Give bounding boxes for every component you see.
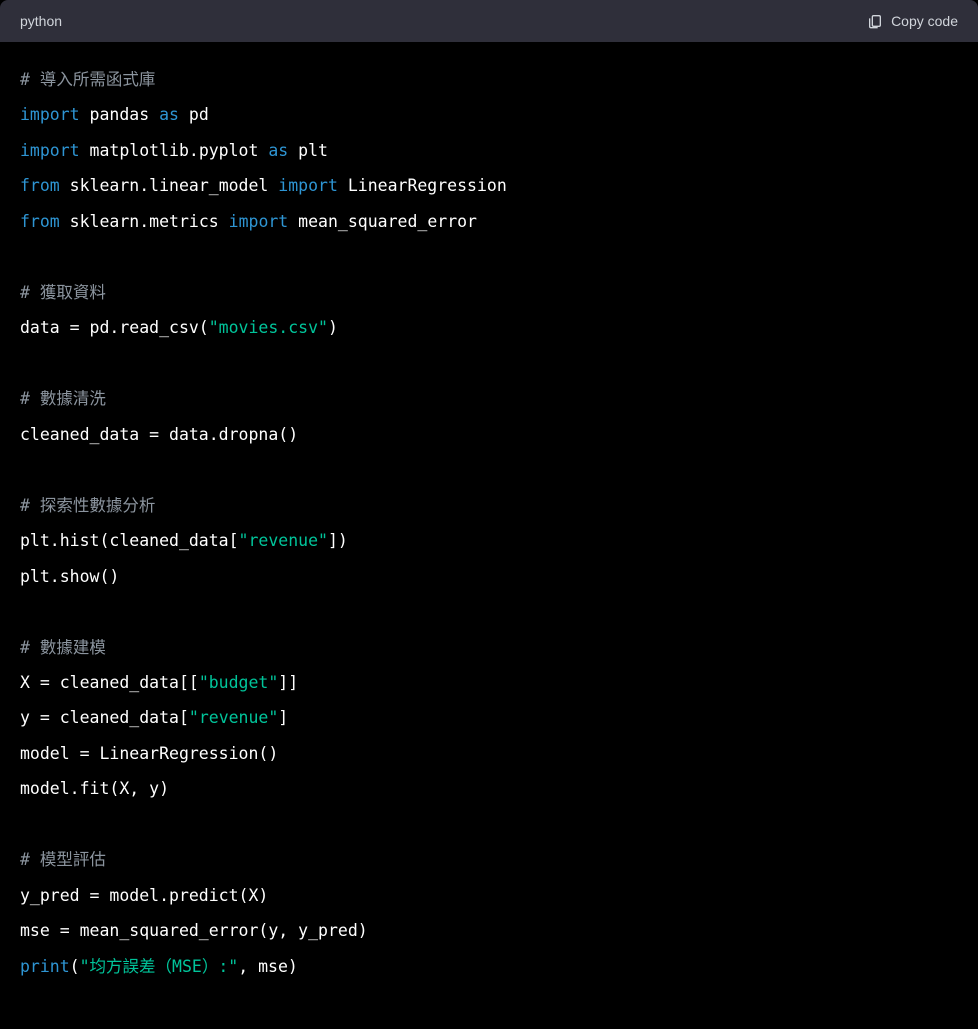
- code-token-default: pandas: [80, 105, 159, 124]
- code-line: print("均方誤差（MSE）:", mse): [20, 949, 958, 984]
- code-token-default: X = cleaned_data[[: [20, 673, 199, 692]
- code-token-comment: # 模型評估: [20, 850, 106, 869]
- code-line: # 數據建模: [20, 630, 958, 665]
- code-token-keyword: print: [20, 957, 70, 976]
- code-line: # 數據清洗: [20, 381, 958, 416]
- code-token-default: cleaned_data = data.dropna(): [20, 425, 298, 444]
- code-token-default: sklearn.metrics: [60, 212, 229, 231]
- code-line: # 導入所需函式庫: [20, 62, 958, 97]
- code-token-default: ): [328, 318, 338, 337]
- code-token-keyword: import: [229, 212, 289, 231]
- code-token-default: [20, 247, 30, 266]
- code-token-default: ]: [278, 708, 288, 727]
- code-token-comment: # 獲取資料: [20, 283, 106, 302]
- code-token-default: y = cleaned_data[: [20, 708, 189, 727]
- code-line: [20, 239, 958, 274]
- code-token-keyword: as: [268, 141, 288, 160]
- code-token-default: model = LinearRegression(): [20, 744, 278, 763]
- code-line: # 獲取資料: [20, 275, 958, 310]
- code-token-default: mean_squared_error: [288, 212, 477, 231]
- clipboard-icon: [867, 13, 883, 29]
- code-token-keyword: as: [159, 105, 179, 124]
- code-token-default: (: [70, 957, 80, 976]
- code-line: [20, 594, 958, 629]
- code-token-default: data = pd.read_csv(: [20, 318, 209, 337]
- code-token-comment: # 探索性數據分析: [20, 496, 155, 515]
- code-token-default: matplotlib.pyplot: [80, 141, 269, 160]
- code-token-default: ]]: [278, 673, 298, 692]
- code-line: # 模型評估: [20, 842, 958, 877]
- code-token-comment: # 數據建模: [20, 638, 106, 657]
- code-line: from sklearn.metrics import mean_squared…: [20, 204, 958, 239]
- code-token-default: sklearn.linear_model: [60, 176, 279, 195]
- code-line: X = cleaned_data[["budget"]]: [20, 665, 958, 700]
- code-token-default: plt.hist(cleaned_data[: [20, 531, 239, 550]
- code-line: # 探索性數據分析: [20, 488, 958, 523]
- code-token-comment: # 導入所需函式庫: [20, 70, 155, 89]
- code-token-string: "budget": [199, 673, 278, 692]
- code-header: python Copy code: [0, 0, 978, 42]
- code-line: cleaned_data = data.dropna(): [20, 417, 958, 452]
- code-line: y = cleaned_data["revenue"]: [20, 700, 958, 735]
- code-token-default: pd: [179, 105, 209, 124]
- code-line: [20, 807, 958, 842]
- code-line: model.fit(X, y): [20, 771, 958, 806]
- language-label: python: [20, 13, 62, 29]
- code-token-keyword: from: [20, 212, 60, 231]
- code-token-string: "revenue": [189, 708, 278, 727]
- code-token-default: ]): [328, 531, 348, 550]
- code-line: model = LinearRegression(): [20, 736, 958, 771]
- code-line: mse = mean_squared_error(y, y_pred): [20, 913, 958, 948]
- copy-code-button[interactable]: Copy code: [867, 13, 958, 29]
- code-token-default: mse = mean_squared_error(y, y_pred): [20, 921, 368, 940]
- code-line: [20, 346, 958, 381]
- code-token-default: plt.show(): [20, 567, 119, 586]
- code-token-keyword: import: [20, 141, 80, 160]
- code-line: y_pred = model.predict(X): [20, 878, 958, 913]
- code-token-default: [20, 602, 30, 621]
- code-token-keyword: from: [20, 176, 60, 195]
- code-line: import matplotlib.pyplot as plt: [20, 133, 958, 168]
- code-token-string: "movies.csv": [209, 318, 328, 337]
- code-token-default: [20, 460, 30, 479]
- code-token-default: model.fit(X, y): [20, 779, 169, 798]
- copy-code-label: Copy code: [891, 13, 958, 29]
- code-token-default: plt: [288, 141, 328, 160]
- code-line: plt.hist(cleaned_data["revenue"]): [20, 523, 958, 558]
- code-token-keyword: import: [278, 176, 338, 195]
- code-token-default: LinearRegression: [338, 176, 507, 195]
- code-line: import pandas as pd: [20, 97, 958, 132]
- code-line: plt.show(): [20, 559, 958, 594]
- code-token-default: y_pred = model.predict(X): [20, 886, 268, 905]
- code-line: data = pd.read_csv("movies.csv"): [20, 310, 958, 345]
- code-line: from sklearn.linear_model import LinearR…: [20, 168, 958, 203]
- code-token-keyword: import: [20, 105, 80, 124]
- code-token-string: "revenue": [239, 531, 328, 550]
- code-token-default: , mse): [238, 957, 298, 976]
- code-token-default: [20, 815, 30, 834]
- code-token-default: [20, 354, 30, 373]
- code-token-string: "均方誤差（MSE）:": [80, 957, 239, 976]
- code-token-comment: # 數據清洗: [20, 389, 106, 408]
- code-line: [20, 452, 958, 487]
- code-block: python Copy code # 導入所需函式庫 import pandas …: [0, 0, 978, 1029]
- code-content: # 導入所需函式庫import pandas as pdimport matpl…: [0, 42, 978, 1004]
